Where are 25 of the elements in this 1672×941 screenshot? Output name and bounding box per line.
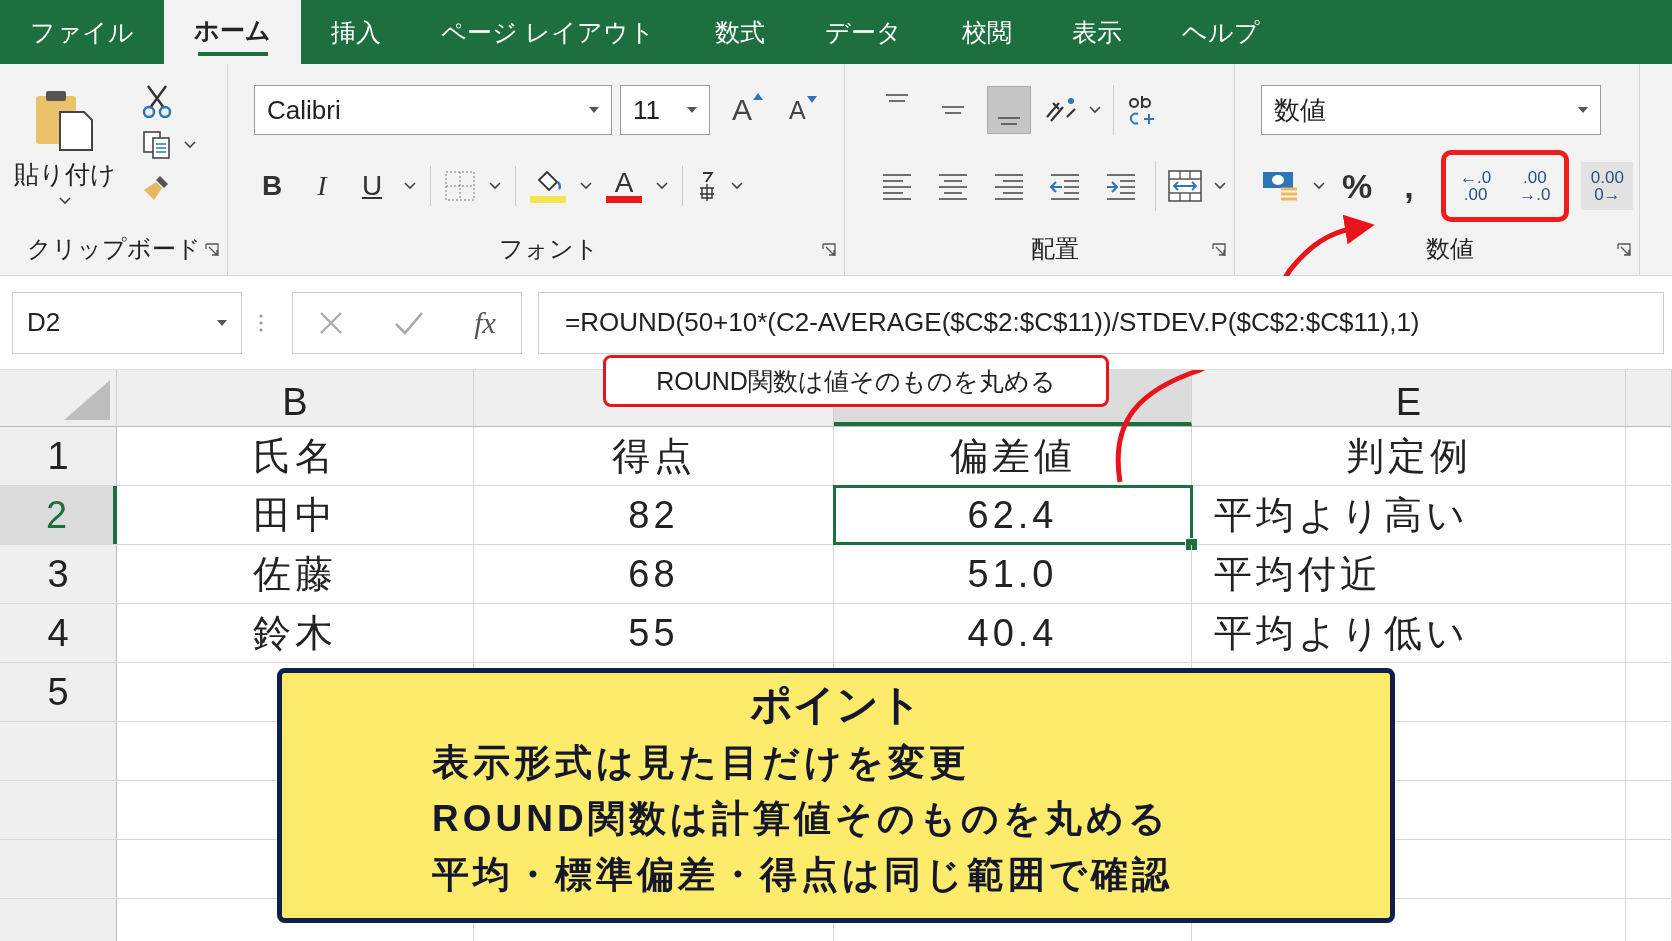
point-title: ポイント [749, 680, 923, 730]
table-cell: 55 [474, 604, 834, 662]
table-cell: 氏名 [117, 427, 474, 485]
table-cell: 鈴木 [117, 604, 474, 662]
group-label: 配置 [1030, 234, 1079, 264]
table-cell: 平均より高い [1192, 486, 1626, 544]
point-text: 平均・標準偏差・得点は同じ範囲で確認 [432, 853, 1174, 897]
table-cell: 62.4 [834, 486, 1192, 544]
table-cell: 平均付近 [1192, 545, 1626, 603]
table-cell: 40.4 [834, 604, 1192, 662]
table-cell: 佐藤 [117, 545, 474, 603]
table-cell: 判定例 [1192, 427, 1626, 485]
group-label: クリップボード [26, 234, 201, 264]
table-cell: 51.0 [834, 545, 1192, 603]
point-text: 表示形式は見た目だけを変更 [432, 741, 971, 785]
annotation-tooltip: ROUND関数は値そのものを丸める [603, 355, 1109, 407]
group-label: フォント [499, 234, 599, 264]
point-text: ROUND関数は計算値そのものを丸める [432, 797, 1171, 841]
table-cell: 得点 [474, 427, 834, 485]
table-cell: 82 [474, 486, 834, 544]
table-cell: 偏差値 [834, 427, 1192, 485]
table-cell: 田中 [117, 486, 474, 544]
table-cell: 平均より低い [1192, 604, 1626, 662]
group-label: 数値 [1426, 234, 1474, 264]
table-cell: 68 [474, 545, 834, 603]
